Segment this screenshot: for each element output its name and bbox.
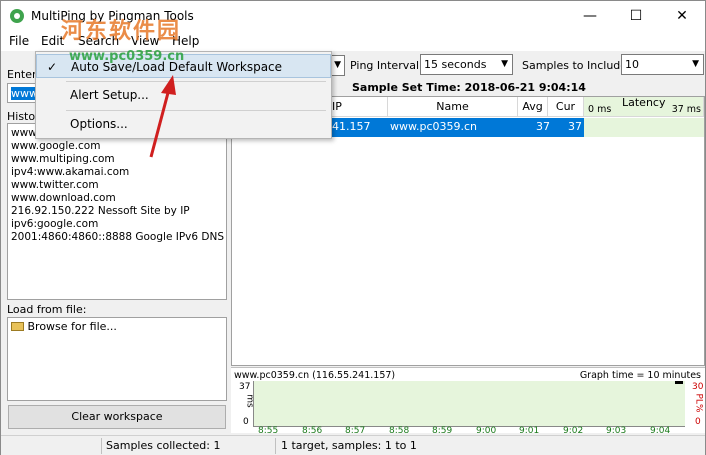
history-item[interactable]: www.twitter.com — [11, 179, 99, 191]
status-samples-collected: Samples collected: 1 — [106, 439, 221, 452]
menu-item-label: Options... — [70, 117, 128, 131]
status-divider — [101, 438, 102, 454]
graph-pl-max: 30 — [692, 382, 704, 392]
graph-target-label: www.pc0359.cn (116.55.241.157) — [234, 370, 396, 381]
graph-y-zero: 0 — [243, 417, 249, 427]
latency-max: 37 ms — [671, 104, 701, 115]
menu-file[interactable]: File — [9, 34, 29, 48]
ping-interval-label: Ping Interval: — [350, 59, 423, 72]
row-name: www.pc0359.cn — [390, 120, 478, 133]
graph-time-label: Graph time = 10 minutes — [579, 370, 701, 381]
history-item[interactable]: 216.92.150.222 Nessoft Site by IP — [11, 205, 190, 217]
col-header-ip[interactable]: IP — [330, 97, 388, 117]
history-list[interactable]: www. www.google.com www.multiping.com ip… — [7, 123, 227, 300]
menu-item-alert-setup[interactable]: Alert Setup... — [36, 83, 331, 107]
status-bar: Samples collected: 1 1 target, samples: … — [1, 435, 705, 455]
folder-icon — [11, 322, 24, 331]
file-list[interactable]: Browse for file... — [7, 317, 227, 401]
latency-bar-cell — [584, 118, 704, 137]
watermark-logo: 河东软件园 — [61, 19, 182, 44]
history-item[interactable]: ipv6:google.com — [11, 218, 98, 230]
history-item[interactable]: www.google.com — [11, 140, 100, 152]
history-item[interactable]: ipv4:www.akamai.com — [11, 166, 129, 178]
samples-select[interactable]: 10 ▼ — [621, 54, 704, 75]
app-logo-icon — [10, 9, 24, 23]
menu-item-options[interactable]: Options... — [36, 112, 331, 136]
table-row[interactable]: 41.157 www.pc0359.cn 37 37 — [330, 118, 584, 137]
graph-data-point — [675, 381, 683, 384]
chevron-down-icon: ▼ — [692, 59, 699, 69]
col-header-latency[interactable]: 0 ms Latency 37 ms — [584, 96, 704, 117]
menu-separator — [66, 110, 326, 111]
status-divider — [275, 438, 276, 454]
menu-item-label: Alert Setup... — [70, 88, 149, 102]
minimize-button[interactable]: — — [567, 1, 613, 31]
samples-label: Samples to Include: — [522, 59, 631, 72]
enter-target-label: Enter — [7, 68, 37, 81]
load-from-file-label: Load from file: — [7, 303, 87, 316]
graph-pl-unit: PL% — [693, 393, 704, 413]
sample-set-time: Sample Set Time: 2018-06-21 9:04:14 — [352, 81, 586, 94]
target-dropdown-button[interactable]: ▼ — [331, 55, 345, 76]
chevron-down-icon: ▼ — [501, 59, 508, 69]
ping-interval-value: 15 seconds — [424, 58, 487, 71]
maximize-button[interactable]: ☐ — [613, 1, 659, 31]
row-cur: 37 — [568, 120, 582, 133]
col-header-avg[interactable]: Avg — [518, 97, 548, 117]
ping-graph: www.pc0359.cn (116.55.241.157) Graph tim… — [231, 367, 705, 436]
latency-title: Latency — [622, 96, 666, 109]
graph-pl-zero: 0 — [695, 417, 701, 427]
graph-plot-area — [253, 381, 685, 427]
browse-for-file-item[interactable]: Browse for file... — [11, 320, 117, 333]
history-item[interactable]: www.download.com — [11, 192, 116, 204]
col-header-name[interactable]: Name — [388, 97, 518, 117]
clear-workspace-button[interactable]: Clear workspace — [8, 405, 226, 429]
history-item[interactable]: 2001:4860:4860::8888 Google IPv6 DNS by … — [11, 231, 226, 243]
samples-value: 10 — [625, 58, 639, 71]
app-window: MultiPing by Pingman Tools — ☐ ✕ File Ed… — [0, 0, 706, 455]
col-header-cur[interactable]: Cur — [548, 97, 584, 117]
close-button[interactable]: ✕ — [659, 1, 705, 31]
checkmark-icon: ✓ — [47, 60, 58, 74]
chevron-down-icon: ▼ — [334, 60, 341, 70]
row-ip: 41.157 — [332, 120, 371, 133]
edit-menu-dropdown: ✓ Auto Save/Load Default Workspace Alert… — [35, 51, 332, 139]
watermark-url: www.pc0359.cn — [69, 49, 185, 64]
latency-min: 0 ms — [588, 104, 612, 115]
row-avg: 37 — [536, 120, 550, 133]
graph-y-max: 37 — [239, 382, 251, 392]
status-targets: 1 target, samples: 1 to 1 — [281, 439, 417, 452]
annotation-arrow-icon — [149, 75, 176, 158]
history-item[interactable]: www.multiping.com — [11, 153, 115, 165]
menu-separator — [66, 81, 326, 82]
browse-label: Browse for file... — [27, 320, 117, 333]
ping-interval-select[interactable]: 15 seconds ▼ — [420, 54, 513, 75]
